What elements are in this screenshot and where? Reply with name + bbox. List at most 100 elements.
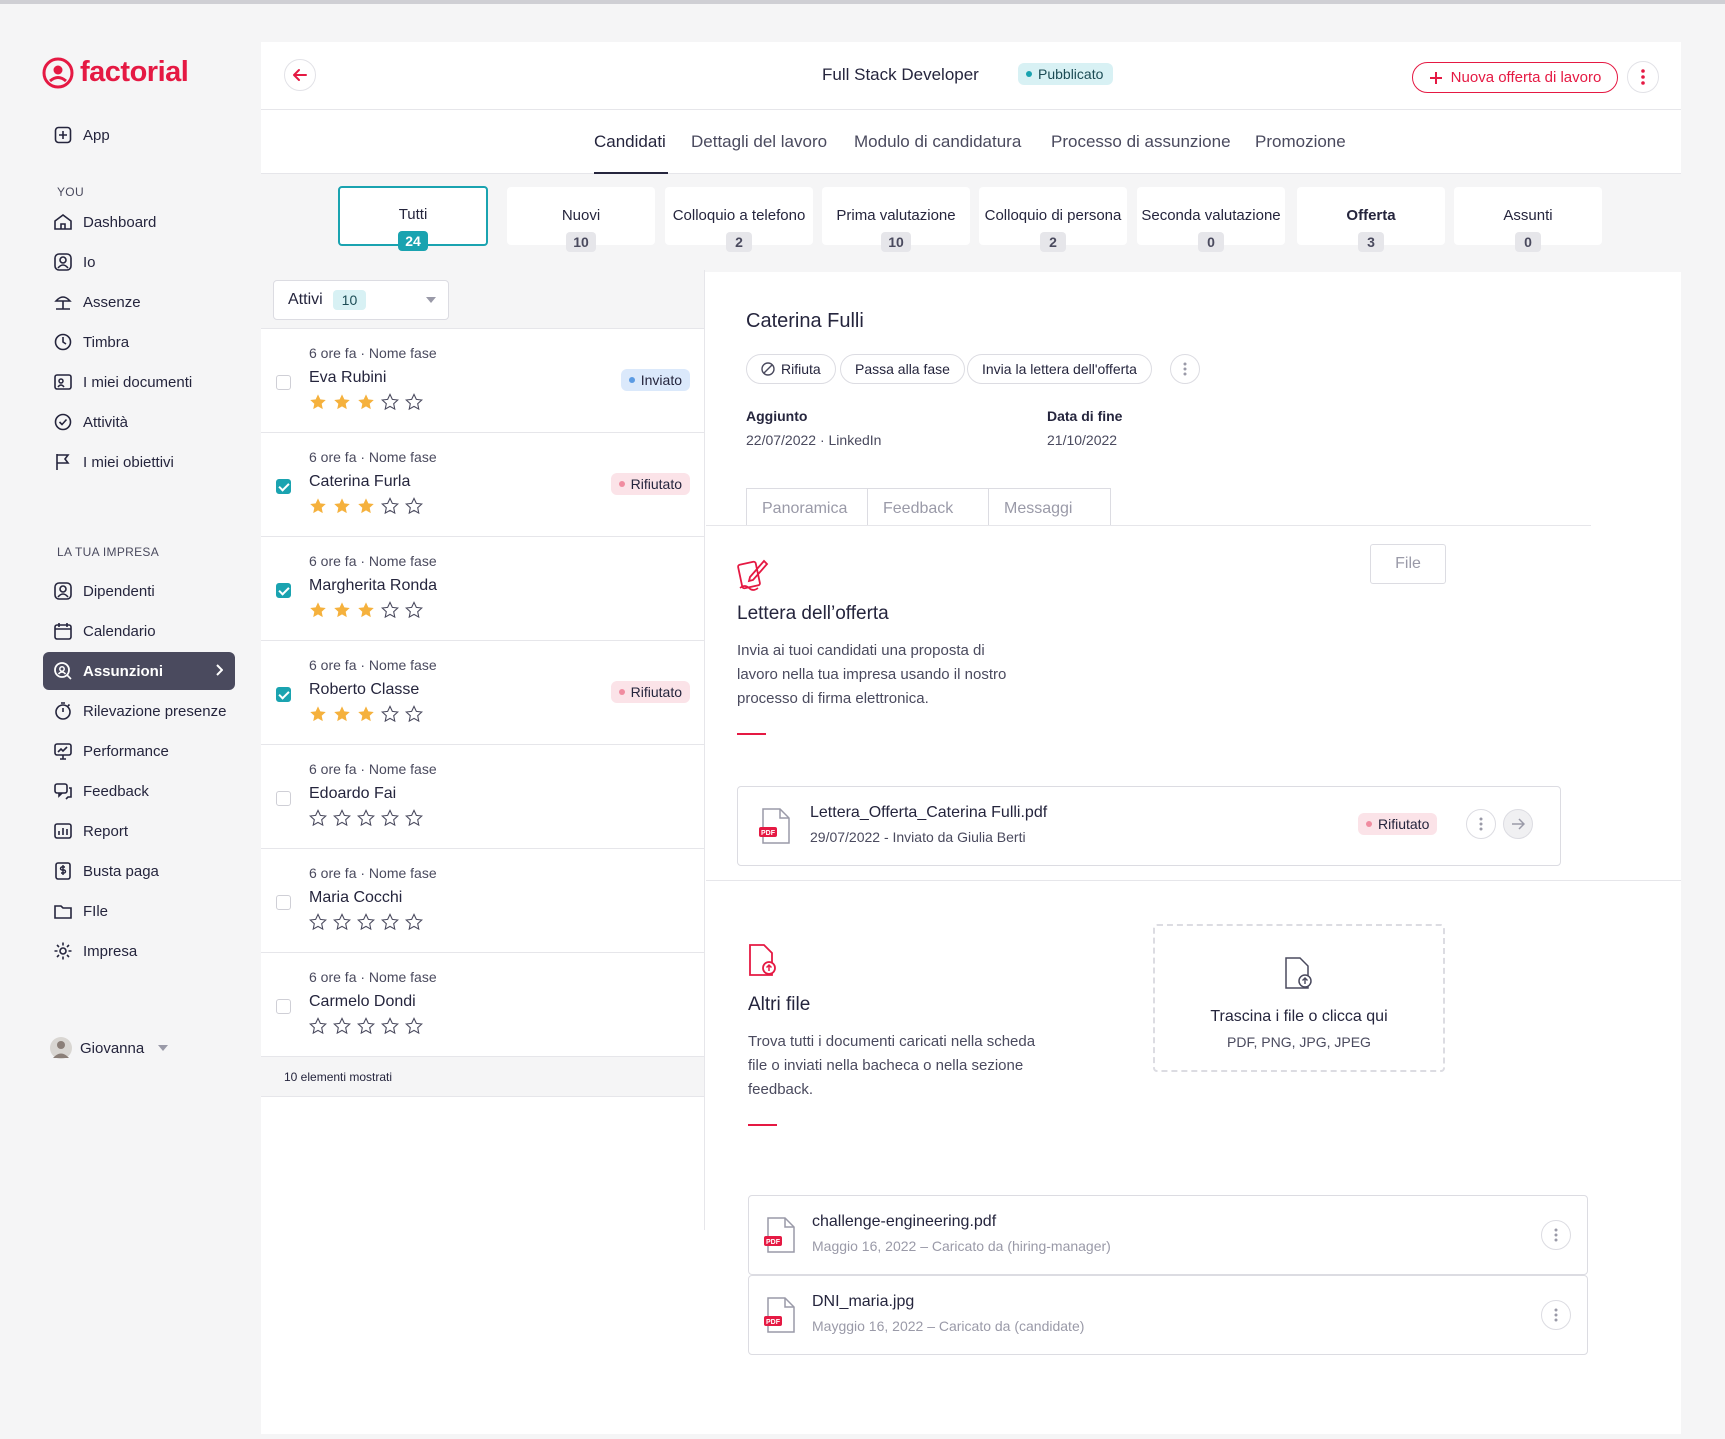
tab-candidati[interactable]: Candidati [594, 132, 666, 152]
subtab-panoramica[interactable]: Panoramica [746, 488, 868, 526]
stage-nuovi[interactable]: Nuovi 10 [507, 187, 655, 252]
candidate-row[interactable]: 6 ore fa · Nome fase Edoardo Fai [261, 745, 704, 849]
sidebar-item-impresa[interactable]: Impresa [43, 932, 235, 970]
file-dropzone[interactable]: Trascina i file o clicca qui PDF, PNG, J… [1153, 924, 1445, 1072]
stage-seconda-valutazione[interactable]: Seconda valutazione 0 [1137, 187, 1285, 252]
tab-dettagli[interactable]: Dettagli del lavoro [691, 132, 827, 152]
file-more-button[interactable] [1541, 1300, 1571, 1330]
sidebar-item-i-miei-documenti[interactable]: I miei documenti [43, 363, 235, 401]
candidate-row[interactable]: 6 ore fa · Nome fase Carmelo Dondi [261, 953, 704, 1057]
sidebar-item-attivit-[interactable]: Attività [43, 403, 235, 441]
sidebar-item-assunzioni[interactable]: Assunzioni [43, 652, 235, 690]
rating-stars[interactable] [309, 913, 423, 931]
file-meta: Mayggio 16, 2022 – Caricato da (candidat… [812, 1318, 1085, 1334]
other-file-row[interactable]: PDF DNI_maria.jpg Mayggio 16, 2022 – Caric… [748, 1275, 1588, 1355]
candidate-checkbox[interactable] [276, 375, 291, 390]
next-stage-button[interactable]: Passa alla fase [840, 354, 965, 384]
candidate-checkbox[interactable] [276, 583, 291, 598]
rating-stars[interactable] [309, 601, 423, 619]
sidebar-item-label: Assenze [83, 293, 141, 311]
offer-file-open-button[interactable] [1503, 809, 1533, 839]
candidate-status-badge: Inviato [620, 369, 690, 391]
offer-letter-file[interactable]: PDF Lettera_Offerta_Caterina Fulli.pdf 2… [737, 786, 1561, 866]
back-button[interactable] [284, 59, 316, 91]
rating-stars[interactable] [309, 705, 423, 723]
gear-icon [53, 941, 73, 961]
sidebar-item-app[interactable]: App [43, 116, 235, 154]
rating-stars[interactable] [309, 393, 423, 411]
candidate-more-button[interactable] [1170, 354, 1200, 384]
file-button[interactable]: File [1370, 544, 1446, 584]
status-dot [1366, 821, 1372, 827]
candidate-status-badge: Rifiutato [610, 473, 690, 495]
sidebar-item-timbra[interactable]: Timbra [43, 323, 235, 361]
main-panel: Full Stack Developer Pubblicato Nuova of… [261, 42, 1681, 1434]
candidate-checkbox[interactable] [276, 791, 291, 806]
offer-letter-title: Lettera dell’offerta [737, 603, 889, 624]
candidate-checkbox[interactable] [276, 999, 291, 1014]
candidate-row[interactable]: 6 ore fa · Nome fase Margherita Ronda [261, 537, 704, 641]
tab-modulo[interactable]: Modulo di candidatura [854, 132, 1021, 152]
status-filter-select[interactable]: Attivi 10 [273, 280, 449, 320]
stage-count: 2 [1040, 232, 1066, 252]
subtab-messaggi[interactable]: Messaggi [988, 488, 1111, 526]
sidebar-item-label: Busta paga [83, 862, 159, 880]
sidebar-item-report[interactable]: Report [43, 812, 235, 850]
candidate-row[interactable]: 6 ore fa · Nome fase Maria Cocchi [261, 849, 704, 953]
sidebar-item-dipendenti[interactable]: Dipendenti [43, 572, 235, 610]
stage-offerta[interactable]: Offerta 3 [1297, 187, 1445, 252]
stage-tutti[interactable]: Tutti 24 [338, 186, 488, 251]
sidebar-item-calendario[interactable]: Calendario [43, 612, 235, 650]
rating-stars[interactable] [309, 809, 423, 827]
rating-stars[interactable] [309, 497, 423, 515]
stage-colloquio-di-persona[interactable]: Colloquio di persona 2 [979, 187, 1127, 252]
sidebar-item-feedback[interactable]: Feedback [43, 772, 235, 810]
file-more-button[interactable] [1541, 1220, 1571, 1250]
user-menu[interactable]: Giovanna [50, 1037, 169, 1059]
stage-assunti[interactable]: Assunti 0 [1454, 187, 1602, 252]
sidebar-item-dashboard[interactable]: Dashboard [43, 203, 235, 241]
rating-stars[interactable] [309, 1017, 423, 1035]
stage-colloquio-a-telefono[interactable]: Colloquio a telefono 2 [665, 187, 813, 252]
more-options-button[interactable] [1627, 61, 1659, 93]
new-job-offer-button[interactable]: Nuova offerta di lavoro [1412, 62, 1618, 93]
flag-icon [53, 452, 73, 472]
star-empty-icon [381, 913, 399, 931]
sidebar-item-performance[interactable]: Performance [43, 732, 235, 770]
candidate-checkbox[interactable] [276, 895, 291, 910]
tab-promozione[interactable]: Promozione [1255, 132, 1346, 152]
offer-file-more-button[interactable] [1466, 809, 1496, 839]
sidebar-item-busta-paga[interactable]: Busta paga [43, 852, 235, 890]
candidate-checkbox[interactable] [276, 687, 291, 702]
chevron-down-icon [158, 1045, 169, 1051]
factorial-logo[interactable]: factorial [42, 56, 189, 89]
star-empty-icon [309, 913, 327, 931]
star-empty-icon [333, 913, 351, 931]
star-empty-icon [381, 393, 399, 411]
send-offer-label: Invia la lettera dell'offerta [982, 361, 1137, 377]
candidate-row[interactable]: 6 ore fa · Nome fase Eva Rubini Inviato [261, 329, 704, 433]
subtab-feedback[interactable]: Feedback [867, 488, 989, 526]
sidebar-item-i-miei-obiettivi[interactable]: I miei obiettivi [43, 443, 235, 481]
stage-prima-valutazione[interactable]: Prima valutazione 10 [822, 187, 970, 252]
sidebar-item-rilevazione-presenze[interactable]: Rilevazione presenze [43, 692, 235, 730]
reject-button[interactable]: Rifiuta [746, 354, 836, 384]
sidebar-item-assenze[interactable]: Assenze [43, 283, 235, 321]
sidebar-item-io[interactable]: Io [43, 243, 235, 281]
offer-letter-description: Invia ai tuoi candidati una proposta di … [737, 642, 1007, 707]
tab-processo[interactable]: Processo di assunzione [1051, 132, 1231, 152]
send-offer-button[interactable]: Invia la lettera dell'offerta [967, 354, 1152, 384]
stage-count: 0 [1198, 232, 1224, 252]
kebab-icon [1641, 69, 1645, 85]
user-name: Giovanna [80, 1039, 145, 1057]
candidate-row[interactable]: 6 ore fa · Nome fase Caterina Furla Rifiut… [261, 433, 704, 537]
dropzone-formats: PDF, PNG, JPG, JPEG [1227, 1034, 1371, 1050]
candidate-row[interactable]: 6 ore fa · Nome fase Roberto Classe Rifiut… [261, 641, 704, 745]
avatar [50, 1037, 72, 1059]
other-file-row[interactable]: PDF challenge-engineering.pdf Maggio 16, 2… [748, 1195, 1588, 1275]
beach-icon [53, 292, 73, 312]
candidate-name: Caterina Fulli [746, 310, 864, 332]
candidate-status-badge: Rifiutato [610, 681, 690, 703]
candidate-checkbox[interactable] [276, 479, 291, 494]
sidebar-item-file[interactable]: FIle [43, 892, 235, 930]
